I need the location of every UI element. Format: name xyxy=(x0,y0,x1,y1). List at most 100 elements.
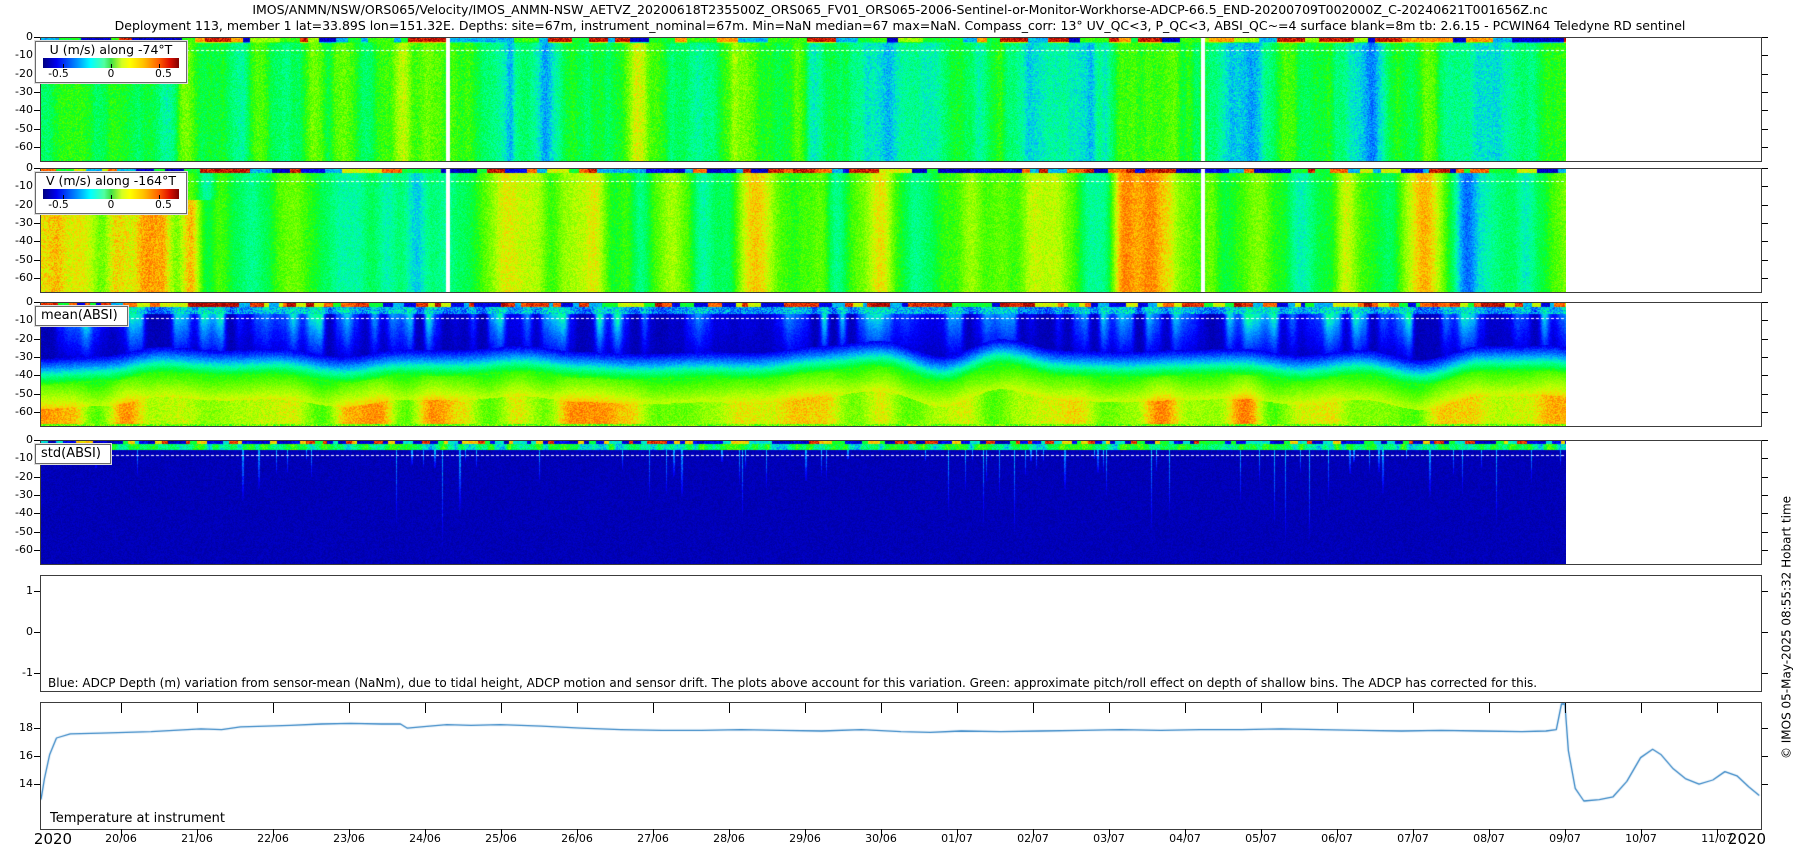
y-tick-right xyxy=(1762,458,1768,459)
x-date-label: 03/07 xyxy=(1093,832,1125,845)
y-tick-left xyxy=(34,339,40,340)
y-tick-left xyxy=(34,513,40,514)
y-tick-label: 0 xyxy=(2,296,33,308)
y-tick-left xyxy=(34,278,40,279)
y-tick-left xyxy=(34,532,40,533)
y-tick-label: -40 xyxy=(2,369,33,381)
y-tick-label: -40 xyxy=(2,104,33,116)
y-tick-left xyxy=(34,357,40,358)
y-tick-right xyxy=(1762,186,1768,187)
y-tick-right xyxy=(1762,320,1768,321)
y-tick-label: -10 xyxy=(2,452,33,464)
y-tick-left xyxy=(34,477,40,478)
x-date-label: 09/07 xyxy=(1549,832,1581,845)
temperature-line-chart xyxy=(41,703,1761,829)
u-colorbar xyxy=(43,58,179,68)
y-tick-left xyxy=(34,673,40,674)
y-tick-right xyxy=(1762,92,1768,93)
y-tick-left xyxy=(34,168,40,169)
mean-absi-label: mean(ABSI) xyxy=(35,306,128,326)
y-tick-left xyxy=(34,223,40,224)
x-date-label: 08/07 xyxy=(1473,832,1505,845)
y-tick-label: -40 xyxy=(2,507,33,519)
colorbar-tick-label: 0 xyxy=(108,68,115,80)
y-tick-left xyxy=(34,756,40,757)
colorbar-tick-label: -0.5 xyxy=(48,68,69,80)
y-tick-left xyxy=(34,784,40,785)
x-tick-top xyxy=(197,703,198,713)
y-tick-right xyxy=(1762,37,1768,38)
x-date-label: 21/06 xyxy=(181,832,213,845)
x-date-label: 29/06 xyxy=(789,832,821,845)
y-tick-label: 0 xyxy=(2,31,33,43)
y-tick-label: -20 xyxy=(2,68,33,80)
x-date-label: 30/06 xyxy=(865,832,897,845)
y-tick-right xyxy=(1762,55,1768,56)
y-tick-left xyxy=(34,591,40,592)
x-date-label: 27/06 xyxy=(637,832,669,845)
v-colorbar xyxy=(43,189,179,199)
panel-temperature: Temperature at instrument xyxy=(40,702,1762,830)
x-tick-top xyxy=(1033,703,1034,713)
y-tick-label: -30 xyxy=(2,217,33,229)
y-tick-right xyxy=(1762,375,1768,376)
temperature-label: Temperature at instrument xyxy=(50,811,225,826)
y-tick-label: -60 xyxy=(2,141,33,153)
y-tick-label: -60 xyxy=(2,544,33,556)
x-tick-top xyxy=(1185,703,1186,713)
x-date-label: 05/07 xyxy=(1245,832,1277,845)
y-tick-left xyxy=(34,241,40,242)
y-tick-right xyxy=(1762,129,1768,130)
x-date-label: 23/06 xyxy=(333,832,365,845)
y-tick-left xyxy=(34,375,40,376)
u-legend-title: U (m/s) along -74°T xyxy=(36,42,186,58)
x-tick-top xyxy=(577,703,578,713)
y-tick-label: 0 xyxy=(2,434,33,446)
x-tick-top xyxy=(805,703,806,713)
figure-title-line1: IMOS/ANMN/NSW/ORS065/Velocity/IMOS_ANMN-… xyxy=(0,2,1800,17)
x-tick-top xyxy=(881,703,882,713)
y-tick-right xyxy=(1762,591,1768,592)
y-tick-left xyxy=(34,37,40,38)
adcp-figure: IMOS/ANMN/NSW/ORS065/Velocity/IMOS_ANMN-… xyxy=(0,0,1800,850)
x-date-label: 07/07 xyxy=(1397,832,1429,845)
x-date-label: 22/06 xyxy=(257,832,289,845)
y-tick-label: -60 xyxy=(2,272,33,284)
y-tick-left xyxy=(34,147,40,148)
x-tick-top xyxy=(121,703,122,713)
x-date-label: 28/06 xyxy=(713,832,745,845)
y-tick-right xyxy=(1762,147,1768,148)
x-tick-top xyxy=(653,703,654,713)
y-tick-left xyxy=(34,110,40,111)
y-tick-label: -30 xyxy=(2,86,33,98)
y-tick-right xyxy=(1762,302,1768,303)
x-tick-top xyxy=(957,703,958,713)
y-tick-label: -10 xyxy=(2,49,33,61)
mean-absi-heatmap xyxy=(41,303,1566,426)
std-absi-heatmap xyxy=(41,441,1566,564)
y-tick-left xyxy=(34,728,40,729)
panel-std-absi: std(ABSI) xyxy=(40,440,1762,565)
u-velocity-heatmap xyxy=(41,38,1566,161)
y-tick-label: 14 xyxy=(2,778,33,790)
x-date-label: 02/07 xyxy=(1017,832,1049,845)
year-label-right: 2020 xyxy=(1728,830,1766,848)
imos-watermark: © IMOS 05-May-2025 08:55:32 Hobart time xyxy=(1780,408,1795,848)
y-tick-right xyxy=(1762,632,1768,633)
y-tick-label: -60 xyxy=(2,406,33,418)
year-label-left: 2020 xyxy=(34,830,72,848)
y-tick-label: -1 xyxy=(2,667,33,679)
y-tick-right xyxy=(1762,278,1768,279)
y-tick-left xyxy=(34,495,40,496)
x-tick-top xyxy=(1565,703,1566,713)
v-colorbar-legend: V (m/s) along -164°T -0.5 0 0.5 xyxy=(35,172,187,214)
colorbar-tick-label: 0.5 xyxy=(155,199,172,211)
x-tick-top xyxy=(1717,703,1718,713)
figure-title-line2: Deployment 113, member 1 lat=33.89S lon=… xyxy=(0,18,1800,33)
y-tick-left xyxy=(34,302,40,303)
y-tick-right xyxy=(1762,728,1768,729)
y-tick-right xyxy=(1762,241,1768,242)
y-tick-label: 16 xyxy=(2,750,33,762)
y-tick-label: -10 xyxy=(2,314,33,326)
y-tick-left xyxy=(34,260,40,261)
